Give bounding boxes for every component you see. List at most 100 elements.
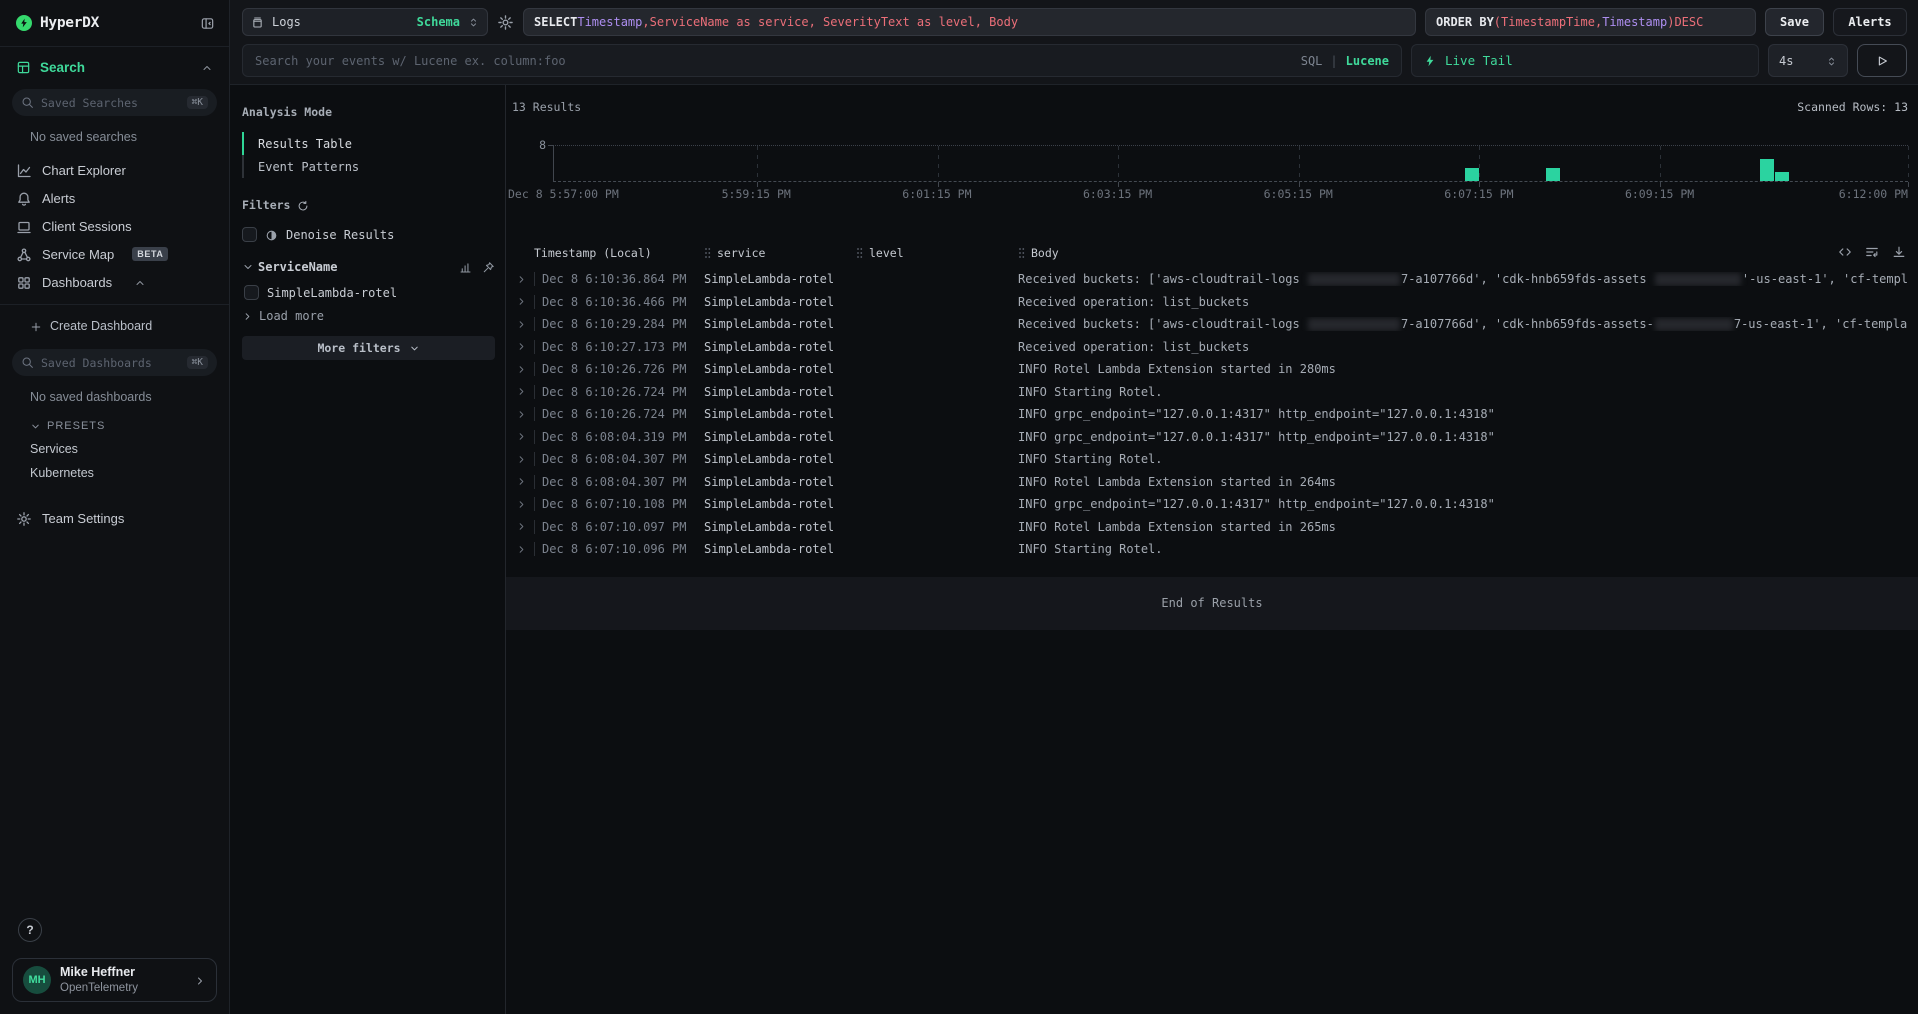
chart-gridline xyxy=(1908,146,1909,181)
chart-bar[interactable] xyxy=(1775,172,1789,181)
table-body: Dec 8 6:10:36.864 PM SimpleLambda-rotel … xyxy=(512,265,1908,561)
wrap-lines-icon[interactable] xyxy=(1865,244,1879,259)
sidebar-item-client-sessions[interactable]: Client Sessions xyxy=(0,212,229,240)
saved-searches-input[interactable]: ⌘K xyxy=(12,89,217,116)
saved-dashboards-input[interactable]: ⌘K xyxy=(12,349,217,376)
row-expander-icon[interactable] xyxy=(512,521,534,532)
sidebar-item-search[interactable]: Search xyxy=(0,47,229,87)
chart-gridline xyxy=(1299,146,1300,181)
more-filters-button[interactable]: More filters xyxy=(242,336,495,360)
chevron-up-icon[interactable] xyxy=(201,60,213,75)
column-timestamp[interactable]: Timestamp (Local) xyxy=(534,246,704,260)
mode-event-patterns[interactable]: Event Patterns xyxy=(242,155,495,178)
chart-x-tick-label: 6:03:15 PM xyxy=(1083,187,1152,201)
table-row[interactable]: Dec 8 6:10:26.724 PM SimpleLambda-rotel … xyxy=(512,403,1908,426)
pin-icon[interactable] xyxy=(482,260,495,274)
save-button[interactable]: Save xyxy=(1765,8,1824,36)
search-input[interactable] xyxy=(255,54,1293,68)
cell-body: INFO grpc_endpoint="127.0.0.1:4317" http… xyxy=(1018,407,1908,421)
column-grip-icon[interactable] xyxy=(704,247,711,259)
table-row[interactable]: Dec 8 6:10:26.724 PM SimpleLambda-rotel … xyxy=(512,381,1908,404)
row-expander-icon[interactable] xyxy=(512,454,534,465)
row-expander-icon[interactable] xyxy=(512,274,534,285)
table-row[interactable]: Dec 8 6:10:26.726 PM SimpleLambda-rotel … xyxy=(512,358,1908,381)
mode-lucene-toggle[interactable]: Lucene xyxy=(1346,54,1389,68)
select-query-input[interactable]: SELECT Timestamp, ServiceName as service… xyxy=(523,8,1416,36)
source-selector[interactable]: Logs Schema xyxy=(242,8,488,36)
run-query-button[interactable] xyxy=(1857,44,1907,77)
help-button[interactable]: ? xyxy=(18,918,42,942)
saved-searches-field[interactable] xyxy=(41,96,180,110)
table-row[interactable]: Dec 8 6:07:10.108 PM SimpleLambda-rotel … xyxy=(512,493,1908,516)
mode-sql-toggle[interactable]: SQL xyxy=(1301,54,1323,68)
row-expander-icon[interactable] xyxy=(512,296,534,307)
chart-icon xyxy=(16,162,32,178)
download-icon[interactable] xyxy=(1892,244,1906,259)
collapse-sidebar-icon[interactable] xyxy=(200,15,215,30)
user-menu[interactable]: MH Mike Heffner OpenTelemetry xyxy=(12,958,217,1002)
chart-bar[interactable] xyxy=(1465,168,1479,181)
facet-servicename[interactable]: ServiceName xyxy=(242,260,495,274)
saved-dashboards-field[interactable] xyxy=(41,356,180,370)
column-body[interactable]: Body xyxy=(1018,246,1908,260)
mode-results-table[interactable]: Results Table xyxy=(242,132,495,155)
facet-value-checkbox[interactable] xyxy=(244,285,259,300)
code-view-icon[interactable] xyxy=(1838,244,1852,259)
table-row[interactable]: Dec 8 6:08:04.307 PM SimpleLambda-rotel … xyxy=(512,471,1908,494)
table-row[interactable]: Dec 8 6:10:36.466 PM SimpleLambda-rotel … xyxy=(512,291,1908,314)
row-expander-icon[interactable] xyxy=(512,409,534,420)
cell-service: SimpleLambda-rotel xyxy=(704,340,856,354)
chart-bar[interactable] xyxy=(1546,168,1560,181)
table-row[interactable]: Dec 8 6:10:36.864 PM SimpleLambda-rotel … xyxy=(512,268,1908,291)
live-tail-button[interactable]: Live Tail xyxy=(1411,44,1759,77)
row-expander-icon[interactable] xyxy=(512,431,534,442)
denoise-results-option[interactable]: Denoise Results xyxy=(242,227,495,242)
redacted-text xyxy=(1308,318,1400,331)
row-expander-icon[interactable] xyxy=(512,364,534,375)
chart-bar[interactable] xyxy=(1760,159,1774,181)
body-text: Received buckets: ['aws-cloudtrail-logs xyxy=(1018,317,1307,331)
row-expander-icon[interactable] xyxy=(512,476,534,487)
table-row[interactable]: Dec 8 6:10:27.173 PM SimpleLambda-rotel … xyxy=(512,336,1908,359)
load-more-button[interactable]: Load more xyxy=(242,309,495,323)
alerts-button[interactable]: Alerts xyxy=(1833,8,1907,36)
order-by-input[interactable]: ORDER BY (TimestampTime, Timestamp) DESC xyxy=(1425,8,1756,36)
row-expander-icon[interactable] xyxy=(512,544,534,555)
table-row[interactable]: Dec 8 6:10:29.284 PM SimpleLambda-rotel … xyxy=(512,313,1908,336)
cell-service: SimpleLambda-rotel xyxy=(704,362,856,376)
cell-timestamp: Dec 8 6:10:29.284 PM xyxy=(534,317,704,331)
facet-value-row[interactable]: SimpleLambda-rotel xyxy=(244,285,495,300)
column-grip-icon[interactable] xyxy=(856,247,863,259)
presets-section-toggle[interactable]: PRESETS xyxy=(0,420,229,432)
redacted-text xyxy=(1308,273,1400,286)
search-grid-icon xyxy=(16,60,31,75)
sidebar-item-alerts[interactable]: Alerts xyxy=(0,184,229,212)
row-expander-icon[interactable] xyxy=(512,386,534,397)
create-dashboard-button[interactable]: Create Dashboard xyxy=(0,313,229,339)
refresh-interval-select[interactable]: 4s xyxy=(1768,44,1848,77)
table-row[interactable]: Dec 8 6:08:04.319 PM SimpleLambda-rotel … xyxy=(512,426,1908,449)
row-expander-icon[interactable] xyxy=(512,341,534,352)
event-search-box[interactable]: SQL | Lucene xyxy=(242,44,1402,77)
row-expander-icon[interactable] xyxy=(512,319,534,330)
sidebar-item-service-map[interactable]: Service Map BETA xyxy=(0,240,229,268)
facet-chart-icon[interactable] xyxy=(459,260,472,274)
schema-link[interactable]: Schema xyxy=(417,15,460,29)
column-service[interactable]: service xyxy=(704,246,856,260)
sidebar-item-dashboards[interactable]: Dashboards xyxy=(0,268,229,296)
chart-y-axis: 8 xyxy=(512,145,553,182)
sidebar-item-team-settings[interactable]: Team Settings xyxy=(0,504,229,532)
refresh-icon[interactable] xyxy=(297,198,309,212)
preset-item-services[interactable]: Services xyxy=(0,432,229,456)
chevron-up-icon[interactable] xyxy=(134,275,146,290)
table-row[interactable]: Dec 8 6:07:10.096 PM SimpleLambda-rotel … xyxy=(512,538,1908,561)
table-row[interactable]: Dec 8 6:08:04.307 PM SimpleLambda-rotel … xyxy=(512,448,1908,471)
row-expander-icon[interactable] xyxy=(512,499,534,510)
preset-item-kubernetes[interactable]: Kubernetes xyxy=(0,456,229,480)
query-settings-gear-icon[interactable] xyxy=(497,14,514,31)
sidebar-item-chart-explorer[interactable]: Chart Explorer xyxy=(0,156,229,184)
column-grip-icon[interactable] xyxy=(1018,247,1025,259)
denoise-checkbox[interactable] xyxy=(242,227,257,242)
column-level[interactable]: level xyxy=(856,246,1018,260)
table-row[interactable]: Dec 8 6:07:10.097 PM SimpleLambda-rotel … xyxy=(512,516,1908,539)
